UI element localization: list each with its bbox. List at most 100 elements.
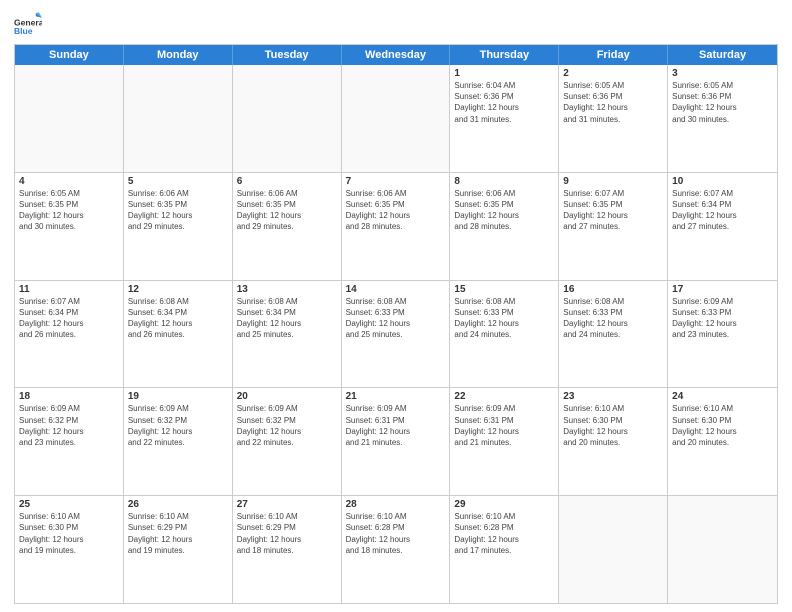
calendar-cell: 24Sunrise: 6:10 AM Sunset: 6:30 PM Dayli… — [668, 388, 777, 495]
cell-day-number: 18 — [19, 391, 119, 402]
calendar-cell: 9Sunrise: 6:07 AM Sunset: 6:35 PM Daylig… — [559, 173, 668, 280]
calendar-cell: 4Sunrise: 6:05 AM Sunset: 6:35 PM Daylig… — [15, 173, 124, 280]
svg-text:Blue: Blue — [14, 26, 33, 36]
calendar-cell: 17Sunrise: 6:09 AM Sunset: 6:33 PM Dayli… — [668, 281, 777, 388]
calendar-cell: 10Sunrise: 6:07 AM Sunset: 6:34 PM Dayli… — [668, 173, 777, 280]
cell-info: Sunrise: 6:08 AM Sunset: 6:33 PM Dayligh… — [563, 296, 663, 341]
cell-day-number: 7 — [346, 176, 446, 187]
calendar: SundayMondayTuesdayWednesdayThursdayFrid… — [14, 44, 778, 604]
cell-info: Sunrise: 6:05 AM Sunset: 6:35 PM Dayligh… — [19, 188, 119, 233]
cell-info: Sunrise: 6:09 AM Sunset: 6:33 PM Dayligh… — [672, 296, 773, 341]
calendar-cell: 11Sunrise: 6:07 AM Sunset: 6:34 PM Dayli… — [15, 281, 124, 388]
cell-info: Sunrise: 6:09 AM Sunset: 6:31 PM Dayligh… — [454, 403, 554, 448]
cell-info: Sunrise: 6:09 AM Sunset: 6:32 PM Dayligh… — [128, 403, 228, 448]
calendar-cell: 12Sunrise: 6:08 AM Sunset: 6:34 PM Dayli… — [124, 281, 233, 388]
cell-day-number: 2 — [563, 68, 663, 79]
calendar-week-3: 11Sunrise: 6:07 AM Sunset: 6:34 PM Dayli… — [15, 281, 777, 389]
calendar-cell — [342, 65, 451, 172]
cell-info: Sunrise: 6:05 AM Sunset: 6:36 PM Dayligh… — [672, 80, 773, 125]
cell-day-number: 8 — [454, 176, 554, 187]
calendar-cell: 6Sunrise: 6:06 AM Sunset: 6:35 PM Daylig… — [233, 173, 342, 280]
calendar-body: 1Sunrise: 6:04 AM Sunset: 6:36 PM Daylig… — [15, 65, 777, 603]
calendar-cell — [124, 65, 233, 172]
cell-info: Sunrise: 6:06 AM Sunset: 6:35 PM Dayligh… — [454, 188, 554, 233]
cell-day-number: 4 — [19, 176, 119, 187]
cell-info: Sunrise: 6:10 AM Sunset: 6:28 PM Dayligh… — [454, 511, 554, 556]
calendar-header: SundayMondayTuesdayWednesdayThursdayFrid… — [15, 45, 777, 65]
cell-info: Sunrise: 6:09 AM Sunset: 6:32 PM Dayligh… — [237, 403, 337, 448]
cell-info: Sunrise: 6:08 AM Sunset: 6:34 PM Dayligh… — [128, 296, 228, 341]
cell-day-number: 29 — [454, 499, 554, 510]
cell-info: Sunrise: 6:07 AM Sunset: 6:34 PM Dayligh… — [19, 296, 119, 341]
cell-day-number: 26 — [128, 499, 228, 510]
cell-day-number: 10 — [672, 176, 773, 187]
cell-day-number: 21 — [346, 391, 446, 402]
cell-day-number: 5 — [128, 176, 228, 187]
header-day-friday: Friday — [559, 45, 668, 65]
cell-info: Sunrise: 6:04 AM Sunset: 6:36 PM Dayligh… — [454, 80, 554, 125]
calendar-cell: 26Sunrise: 6:10 AM Sunset: 6:29 PM Dayli… — [124, 496, 233, 603]
cell-day-number: 16 — [563, 284, 663, 295]
cell-info: Sunrise: 6:07 AM Sunset: 6:35 PM Dayligh… — [563, 188, 663, 233]
cell-day-number: 14 — [346, 284, 446, 295]
calendar-cell: 29Sunrise: 6:10 AM Sunset: 6:28 PM Dayli… — [450, 496, 559, 603]
header: General Blue — [14, 10, 778, 38]
calendar-cell: 3Sunrise: 6:05 AM Sunset: 6:36 PM Daylig… — [668, 65, 777, 172]
cell-day-number: 23 — [563, 391, 663, 402]
cell-day-number: 17 — [672, 284, 773, 295]
cell-day-number: 12 — [128, 284, 228, 295]
cell-info: Sunrise: 6:10 AM Sunset: 6:30 PM Dayligh… — [19, 511, 119, 556]
calendar-week-2: 4Sunrise: 6:05 AM Sunset: 6:35 PM Daylig… — [15, 173, 777, 281]
calendar-cell: 15Sunrise: 6:08 AM Sunset: 6:33 PM Dayli… — [450, 281, 559, 388]
cell-info: Sunrise: 6:08 AM Sunset: 6:34 PM Dayligh… — [237, 296, 337, 341]
calendar-cell — [668, 496, 777, 603]
calendar-week-5: 25Sunrise: 6:10 AM Sunset: 6:30 PM Dayli… — [15, 496, 777, 603]
cell-info: Sunrise: 6:08 AM Sunset: 6:33 PM Dayligh… — [346, 296, 446, 341]
calendar-cell: 2Sunrise: 6:05 AM Sunset: 6:36 PM Daylig… — [559, 65, 668, 172]
cell-day-number: 1 — [454, 68, 554, 79]
calendar-cell: 16Sunrise: 6:08 AM Sunset: 6:33 PM Dayli… — [559, 281, 668, 388]
calendar-cell: 13Sunrise: 6:08 AM Sunset: 6:34 PM Dayli… — [233, 281, 342, 388]
cell-day-number: 24 — [672, 391, 773, 402]
header-day-monday: Monday — [124, 45, 233, 65]
calendar-cell: 27Sunrise: 6:10 AM Sunset: 6:29 PM Dayli… — [233, 496, 342, 603]
cell-info: Sunrise: 6:10 AM Sunset: 6:28 PM Dayligh… — [346, 511, 446, 556]
calendar-cell: 22Sunrise: 6:09 AM Sunset: 6:31 PM Dayli… — [450, 388, 559, 495]
cell-info: Sunrise: 6:09 AM Sunset: 6:32 PM Dayligh… — [19, 403, 119, 448]
calendar-cell: 5Sunrise: 6:06 AM Sunset: 6:35 PM Daylig… — [124, 173, 233, 280]
cell-info: Sunrise: 6:09 AM Sunset: 6:31 PM Dayligh… — [346, 403, 446, 448]
calendar-cell — [15, 65, 124, 172]
logo-icon: General Blue — [14, 10, 42, 38]
calendar-cell: 14Sunrise: 6:08 AM Sunset: 6:33 PM Dayli… — [342, 281, 451, 388]
cell-info: Sunrise: 6:10 AM Sunset: 6:29 PM Dayligh… — [237, 511, 337, 556]
cell-info: Sunrise: 6:10 AM Sunset: 6:29 PM Dayligh… — [128, 511, 228, 556]
cell-info: Sunrise: 6:08 AM Sunset: 6:33 PM Dayligh… — [454, 296, 554, 341]
calendar-cell — [233, 65, 342, 172]
calendar-week-4: 18Sunrise: 6:09 AM Sunset: 6:32 PM Dayli… — [15, 388, 777, 496]
calendar-week-1: 1Sunrise: 6:04 AM Sunset: 6:36 PM Daylig… — [15, 65, 777, 173]
cell-day-number: 15 — [454, 284, 554, 295]
cell-info: Sunrise: 6:10 AM Sunset: 6:30 PM Dayligh… — [672, 403, 773, 448]
cell-info: Sunrise: 6:07 AM Sunset: 6:34 PM Dayligh… — [672, 188, 773, 233]
page: General Blue SundayMondayTuesdayWednesda… — [0, 0, 792, 612]
logo: General Blue — [14, 10, 48, 38]
cell-info: Sunrise: 6:05 AM Sunset: 6:36 PM Dayligh… — [563, 80, 663, 125]
header-day-sunday: Sunday — [15, 45, 124, 65]
cell-day-number: 6 — [237, 176, 337, 187]
header-day-saturday: Saturday — [668, 45, 777, 65]
cell-day-number: 20 — [237, 391, 337, 402]
cell-day-number: 3 — [672, 68, 773, 79]
calendar-cell: 28Sunrise: 6:10 AM Sunset: 6:28 PM Dayli… — [342, 496, 451, 603]
calendar-cell: 21Sunrise: 6:09 AM Sunset: 6:31 PM Dayli… — [342, 388, 451, 495]
cell-day-number: 22 — [454, 391, 554, 402]
header-day-tuesday: Tuesday — [233, 45, 342, 65]
cell-info: Sunrise: 6:06 AM Sunset: 6:35 PM Dayligh… — [237, 188, 337, 233]
calendar-cell: 18Sunrise: 6:09 AM Sunset: 6:32 PM Dayli… — [15, 388, 124, 495]
calendar-cell: 25Sunrise: 6:10 AM Sunset: 6:30 PM Dayli… — [15, 496, 124, 603]
cell-info: Sunrise: 6:06 AM Sunset: 6:35 PM Dayligh… — [128, 188, 228, 233]
header-day-wednesday: Wednesday — [342, 45, 451, 65]
calendar-cell: 20Sunrise: 6:09 AM Sunset: 6:32 PM Dayli… — [233, 388, 342, 495]
calendar-cell: 8Sunrise: 6:06 AM Sunset: 6:35 PM Daylig… — [450, 173, 559, 280]
calendar-cell: 7Sunrise: 6:06 AM Sunset: 6:35 PM Daylig… — [342, 173, 451, 280]
calendar-cell: 19Sunrise: 6:09 AM Sunset: 6:32 PM Dayli… — [124, 388, 233, 495]
